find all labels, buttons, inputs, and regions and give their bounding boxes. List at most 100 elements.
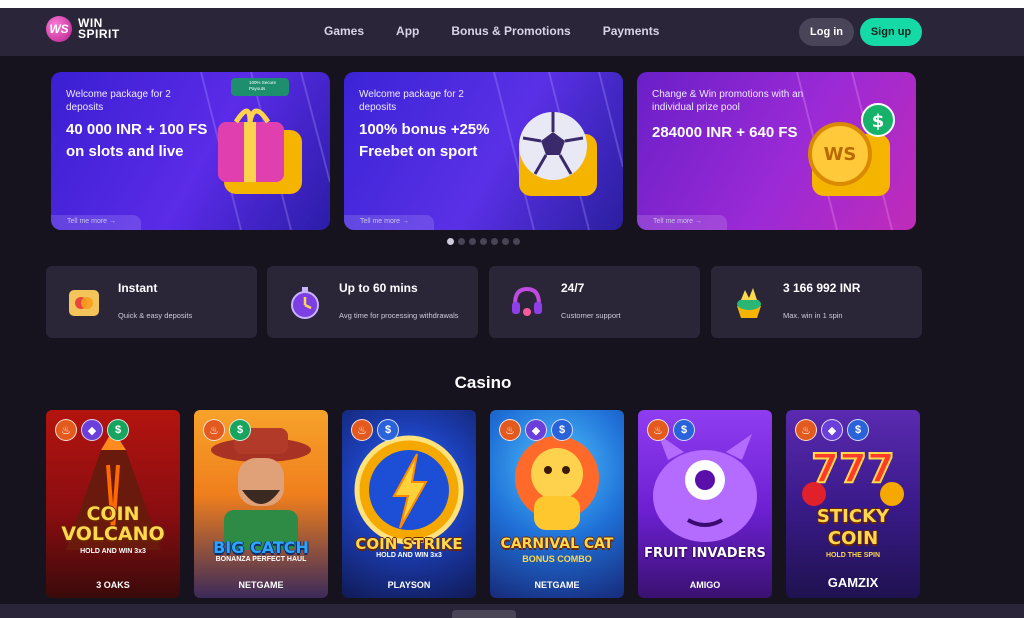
game-subtitle: HOLD THE SPIN <box>825 552 881 559</box>
hot-icon: ♨ <box>647 419 669 441</box>
hot-icon: ♨ <box>351 419 373 441</box>
signup-button[interactable]: Sign up <box>860 18 922 46</box>
logo-text: WIN SPIRIT <box>78 17 120 41</box>
logo[interactable]: WS WIN SPIRIT <box>46 16 120 42</box>
gem-icon: ◆ <box>525 419 547 441</box>
cash-icon: $ <box>107 419 129 441</box>
game-provider: NETGAME <box>534 580 580 590</box>
treasure-icon <box>737 288 761 318</box>
banner-more-link[interactable]: Tell me more → <box>637 215 727 230</box>
login-button[interactable]: Log in <box>799 18 854 46</box>
game-tags: ♨ ◆ $ <box>795 419 869 441</box>
bet-icon: $ <box>551 419 573 441</box>
game-subtitle: BONUS COMBO <box>522 554 592 564</box>
game-card-sticky-coin[interactable]: 777 ♨ ◆ $ STICKY COIN HOLD THE SPIN GAMZ… <box>786 410 920 598</box>
nav-bonus-promotions[interactable]: Bonus & Promotions <box>451 24 570 38</box>
game-tags: ♨ $ <box>647 419 695 441</box>
carousel-dot[interactable] <box>480 238 487 245</box>
game-provider: PLAYSON <box>387 580 431 590</box>
game-provider: NETGAME <box>238 580 284 590</box>
banner-subtitle: Welcome package for 2 deposits <box>359 89 464 113</box>
game-subtitle: BONANZA PERFECT HAUL <box>215 556 307 563</box>
main-nav: Games App Bonus & Promotions Payments <box>324 24 691 38</box>
game-subtitle: HOLD AND WIN 3x3 <box>80 548 146 555</box>
feature-subtitle: Avg time for processing withdrawals <box>339 311 459 320</box>
bet-icon: $ <box>847 419 869 441</box>
feature-subtitle: Max. win in 1 spin <box>783 311 843 320</box>
coin-icon: WS $ <box>808 103 895 196</box>
promo-banner-sport[interactable]: Welcome package for 2 deposits 100% bonu… <box>344 72 623 230</box>
football-icon <box>519 112 597 196</box>
game-tags: ♨ ◆ $ <box>499 419 573 441</box>
card-icon <box>69 290 99 316</box>
stopwatch-icon <box>291 287 319 319</box>
game-provider: GAMZIX <box>827 575 879 590</box>
feature-subtitle: Quick & easy deposits <box>118 311 193 320</box>
game-title: COIN STRIKE <box>355 535 463 553</box>
carousel-dot[interactable] <box>458 238 465 245</box>
gift-icon <box>218 108 302 194</box>
feature-instant-deposits: Instant Quick & easy deposits <box>46 266 257 338</box>
game-card-coin-volcano[interactable]: ♨ ◆ $ COIN VOLCANO HOLD AND WIN 3x3 3 OA… <box>46 410 180 598</box>
carousel-dot[interactable] <box>469 238 476 245</box>
game-provider: AMIGO <box>689 580 721 590</box>
promo-banner-change-win[interactable]: Change & Win promotions with an individu… <box>637 72 916 230</box>
scroll-handle[interactable] <box>452 610 516 618</box>
hot-icon: ♨ <box>55 419 77 441</box>
banner-more-link[interactable]: Tell me more → <box>344 215 434 230</box>
game-tags: ♨ $ <box>351 419 399 441</box>
carousel-dots <box>447 238 520 245</box>
banner-subtitle: Welcome package for 2 deposits <box>66 89 171 113</box>
banner-more-link[interactable]: Tell me more → <box>51 215 141 230</box>
nav-payments[interactable]: Payments <box>603 24 660 38</box>
gem-icon: ◆ <box>81 419 103 441</box>
hot-icon: ♨ <box>795 419 817 441</box>
gem-icon: ◆ <box>821 419 843 441</box>
game-title: CARNIVAL CAT <box>500 536 614 552</box>
promo-banner-slots[interactable]: Welcome package for 2 deposits 40 000 IN… <box>51 72 330 230</box>
hot-icon: ♨ <box>203 419 225 441</box>
headset-icon <box>512 286 542 316</box>
feature-subtitle: Customer support <box>561 311 621 320</box>
game-card-fruit-invaders[interactable]: ♨ $ FRUIT INVADERS AMIGO <box>638 410 772 598</box>
banner-title: 284000 INR + 640 FS <box>652 124 798 141</box>
feature-max-win: 3 166 992 INR Max. win in 1 spin <box>711 266 922 338</box>
secure-payouts-badge: 100% Secure Payouts <box>231 78 289 96</box>
game-card-coin-strike[interactable]: ♨ $ COIN STRIKE HOLD AND WIN 3x3 PLAYSON <box>342 410 476 598</box>
game-card-big-catch[interactable]: ♨ $ BIG CATCH BONANZA PERFECT HAUL NETGA… <box>194 410 328 598</box>
feature-title: Instant <box>118 281 158 295</box>
hot-icon: ♨ <box>499 419 521 441</box>
logo-line-2: SPIRIT <box>78 27 120 41</box>
game-title: FRUIT INVADERS <box>644 546 766 561</box>
feature-title: 24/7 <box>561 281 585 295</box>
svg-text:WS: WS <box>824 144 857 165</box>
game-title: COIN VOLCANO <box>61 503 165 545</box>
carousel-dot[interactable] <box>491 238 498 245</box>
game-subtitle: HOLD AND WIN 3x3 <box>376 552 442 559</box>
feature-support: 24/7 Customer support <box>489 266 700 338</box>
banner-subtitle: Change & Win promotions with an individu… <box>652 89 804 113</box>
feature-title: 3 166 992 INR <box>783 281 861 295</box>
cash-icon: $ <box>229 419 251 441</box>
carousel-dot[interactable] <box>513 238 520 245</box>
game-tags: ♨ ◆ $ <box>55 419 129 441</box>
carousel-dot[interactable] <box>502 238 509 245</box>
feature-title: Up to 60 mins <box>339 281 418 295</box>
nav-app[interactable]: App <box>396 24 419 38</box>
svg-text:$: $ <box>872 111 885 132</box>
banner-title: 100% bonus +25% Freebet on sport <box>359 121 490 160</box>
header: WS WIN SPIRIT Games App Bonus & Promotio… <box>0 8 1024 56</box>
top-edge <box>0 0 1024 8</box>
nav-games[interactable]: Games <box>324 24 364 38</box>
bet-icon: $ <box>377 419 399 441</box>
game-card-carnival-cat[interactable]: ♨ ◆ $ CARNIVAL CAT BONUS COMBO NETGAME <box>490 410 624 598</box>
game-title: STICKY COIN <box>816 506 890 549</box>
game-tags: ♨ $ <box>203 419 251 441</box>
feature-withdrawal-time: Up to 60 mins Avg time for processing wi… <box>267 266 478 338</box>
bet-icon: $ <box>673 419 695 441</box>
game-provider: 3 OAKS <box>96 580 130 590</box>
carousel-dot[interactable] <box>447 238 454 245</box>
banner-title: 40 000 INR + 100 FS on slots and live <box>66 121 208 160</box>
game-title: BIG CATCH <box>213 538 309 557</box>
section-title: Casino <box>454 373 512 392</box>
